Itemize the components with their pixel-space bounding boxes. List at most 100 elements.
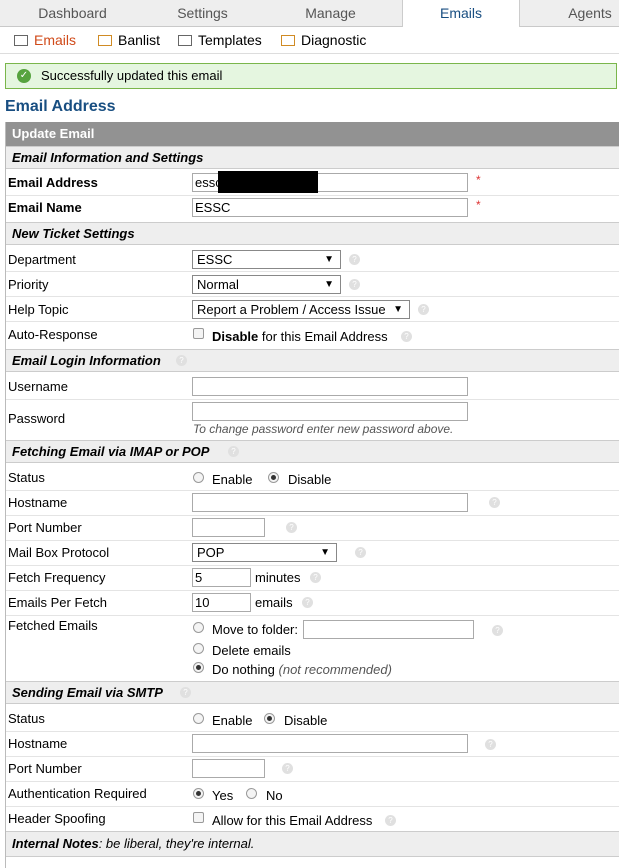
fetch-hostname-input[interactable] (192, 493, 468, 512)
dropdown-arrow-icon: ▼ (324, 254, 334, 265)
auth-yes-label: Yes (212, 788, 234, 803)
fetch-disable-label: Disable (288, 472, 332, 487)
priority-select[interactable]: Normal ▼ (192, 275, 341, 294)
smtp-port-input[interactable] (192, 759, 265, 778)
tab-agents[interactable]: Agents (545, 0, 619, 26)
tab-dashboard[interactable]: Dashboard (0, 0, 145, 26)
fetch-hostname-label: Hostname (8, 495, 68, 510)
per-fetch-input[interactable]: 10 (192, 593, 251, 612)
email-name-input[interactable]: ESSC (192, 198, 468, 217)
question-icon[interactable]: ? (176, 355, 187, 366)
smtp-disable-radio[interactable] (264, 713, 275, 724)
move-folder-radio[interactable] (193, 622, 204, 633)
subnav-diagnostic[interactable]: Diagnostic (281, 30, 366, 50)
row-divider (6, 515, 619, 516)
delete-emails-radio[interactable] (193, 643, 204, 654)
question-icon[interactable]: ? (355, 547, 366, 558)
row-divider (6, 615, 619, 616)
question-icon[interactable]: ? (489, 497, 500, 508)
question-icon[interactable]: ? (310, 572, 321, 583)
question-icon[interactable]: ? (302, 597, 313, 608)
tab-manage[interactable]: Manage (258, 0, 403, 26)
row-divider (6, 399, 619, 400)
do-nothing-radio[interactable] (193, 662, 204, 673)
dropdown-arrow-icon: ▼ (393, 304, 403, 315)
subnav-emails-label: Emails (34, 32, 77, 48)
header-spoofing-label: Header Spoofing (8, 811, 106, 826)
question-icon[interactable]: ? (286, 522, 297, 533)
diagnostic-icon (281, 35, 295, 46)
fetch-disable-radio[interactable] (268, 472, 279, 483)
fetch-status-label: Status (8, 470, 45, 485)
smtp-hostname-input[interactable] (192, 734, 468, 753)
frequency-unit: minutes (255, 570, 301, 585)
ban-icon (98, 35, 112, 46)
department-select[interactable]: ESSC ▼ (192, 250, 341, 269)
auth-no-label: No (266, 788, 283, 803)
section-login-info: Email Login Information (6, 349, 619, 372)
smtp-enable-radio[interactable] (193, 713, 204, 724)
help-topic-select[interactable]: Report a Problem / Access Issue ▼ (192, 300, 410, 319)
tab-emails[interactable]: Emails (402, 0, 520, 27)
row-divider (6, 731, 619, 732)
tab-settings[interactable]: Settings (130, 0, 275, 26)
delete-emails-label: Delete emails (212, 643, 291, 658)
row-divider (6, 321, 619, 322)
auto-response-text: Disable for this Email Address (212, 329, 388, 344)
fetch-enable-radio[interactable] (193, 472, 204, 483)
row-divider (6, 296, 619, 297)
question-icon[interactable]: ? (385, 815, 396, 826)
password-input[interactable] (192, 402, 468, 421)
email-name-label: Email Name (8, 200, 82, 215)
auto-response-checkbox[interactable] (193, 328, 204, 339)
question-icon[interactable]: ? (349, 254, 360, 265)
alert-message: Successfully updated this email (41, 68, 223, 83)
question-icon[interactable]: ? (485, 739, 496, 750)
smtp-enable-label: Enable (212, 713, 253, 728)
subnav-banlist[interactable]: Banlist (98, 30, 160, 50)
frequency-value: 5 (195, 570, 203, 585)
priority-label: Priority (8, 277, 49, 292)
question-icon[interactable]: ? (228, 446, 239, 457)
form-header: Update Email (6, 122, 619, 146)
section-notes-title: Internal Notes (12, 836, 99, 851)
update-email-form: Update Email Email Information and Setti… (5, 122, 619, 868)
username-input[interactable] (192, 377, 468, 396)
move-folder-input[interactable] (303, 620, 474, 639)
smtp-hostname-label: Hostname (8, 736, 68, 751)
row-divider (6, 756, 619, 757)
subnav-templates[interactable]: Templates (178, 30, 262, 50)
move-folder-label: Move to folder: (212, 622, 298, 637)
section-smtp-title: Sending Email via SMTP (12, 685, 163, 700)
question-icon[interactable]: ? (349, 279, 360, 290)
help-topic-label: Help Topic (8, 302, 69, 317)
fetched-emails-label: Fetched Emails (8, 618, 98, 633)
question-icon[interactable]: ? (282, 763, 293, 774)
header-spoofing-checkbox[interactable] (193, 812, 204, 823)
section-notes-hint: : be liberal, they're internal. (98, 836, 255, 851)
redacted-block (218, 171, 318, 193)
per-fetch-unit: emails (255, 595, 293, 610)
row-divider (6, 271, 619, 272)
auth-yes-radio[interactable] (193, 788, 204, 799)
do-nothing-note: (not recommended) (278, 662, 392, 677)
fetch-port-input[interactable] (192, 518, 265, 537)
page-title: Email Address (5, 98, 116, 115)
question-icon[interactable]: ? (180, 687, 191, 698)
auth-no-radio[interactable] (246, 788, 257, 799)
row-divider (6, 490, 619, 491)
section-fetch: Fetching Email via IMAP or POP (6, 440, 619, 463)
frequency-label: Fetch Frequency (8, 570, 106, 585)
email-name-value: ESSC (195, 200, 231, 215)
dropdown-arrow-icon: ▼ (320, 547, 330, 558)
password-label: Password (8, 411, 66, 426)
frequency-input[interactable]: 5 (192, 568, 251, 587)
protocol-select[interactable]: POP ▼ (192, 543, 337, 562)
subnav-emails[interactable]: Emails (14, 30, 76, 50)
smtp-status-label: Status (8, 711, 45, 726)
dropdown-arrow-icon: ▼ (324, 279, 334, 290)
question-icon[interactable]: ? (401, 331, 412, 342)
question-icon[interactable]: ? (492, 625, 503, 636)
auth-required-label: Authentication Required (8, 786, 147, 801)
question-icon[interactable]: ? (418, 304, 429, 315)
